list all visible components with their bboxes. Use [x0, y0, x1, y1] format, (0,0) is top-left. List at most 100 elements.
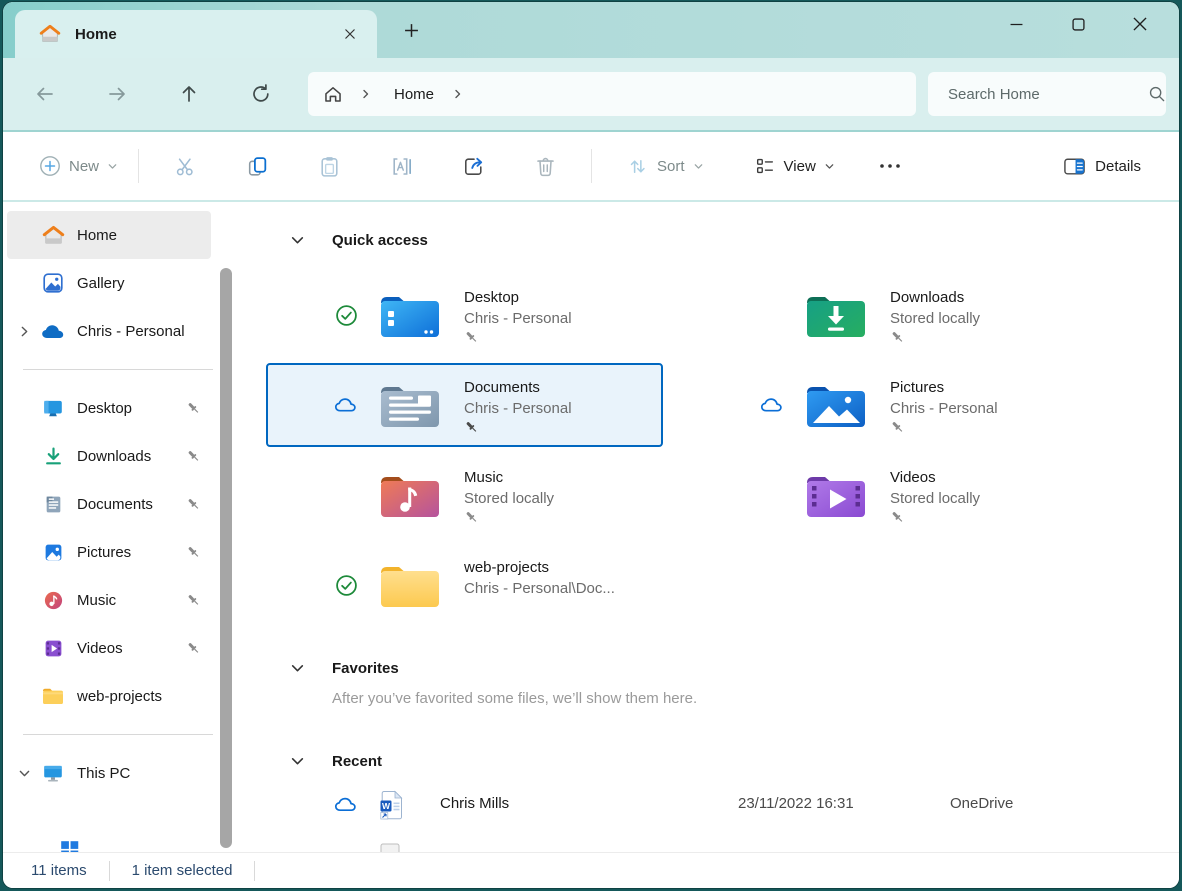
new-button[interactable]: New — [29, 145, 128, 187]
pin-icon — [890, 419, 998, 436]
desktop-icon — [41, 396, 65, 420]
document-icon — [41, 492, 65, 516]
details-button[interactable]: Details — [1052, 145, 1151, 187]
sidebar-item-documents[interactable]: Documents — [7, 480, 211, 528]
chevron-down-icon — [824, 161, 835, 172]
documents-folder-icon — [378, 380, 442, 430]
folder-icon — [41, 684, 65, 708]
cut-button[interactable] — [162, 145, 208, 187]
close-icon — [1133, 17, 1147, 31]
window-controls — [985, 2, 1171, 50]
search-box[interactable] — [928, 72, 1166, 116]
new-tab-button[interactable] — [395, 14, 427, 46]
home-icon — [39, 23, 61, 45]
sidebar-item-pictures[interactable]: Pictures — [7, 528, 211, 576]
tile-desktop[interactable]: Desktop Chris - Personal — [266, 273, 663, 357]
breadcrumb[interactable]: Home — [308, 72, 916, 116]
tile-downloads[interactable]: Downloads Stored locally — [692, 273, 1089, 357]
section-title: Recent — [332, 753, 382, 770]
maximize-button[interactable] — [1047, 2, 1109, 46]
sidebar-item-label: Videos — [77, 640, 186, 657]
section-recent-header: Recent — [266, 745, 1179, 777]
chevron-right-icon[interactable] — [452, 88, 464, 100]
recent-file-row[interactable]: W Chris Mills 23/11/2022 16:31 OneDrive — [266, 787, 1179, 825]
desktop-folder-icon — [378, 290, 442, 340]
chevron-down-icon[interactable] — [284, 748, 310, 774]
sidebar-item-downloads[interactable]: Downloads — [7, 432, 211, 480]
sidebar-item-label: web-projects — [77, 688, 211, 705]
this-pc-icon — [41, 761, 65, 785]
sidebar-item-gallery[interactable]: Gallery — [7, 259, 211, 307]
sidebar-item-web-projects[interactable]: web-projects — [7, 672, 211, 720]
scissors-icon — [173, 154, 198, 179]
status-divider — [254, 861, 255, 881]
chevron-down-icon[interactable] — [284, 227, 310, 253]
pictures-icon — [41, 540, 65, 564]
sidebar-item-desktop[interactable]: Desktop — [7, 384, 211, 432]
toolbar-divider — [591, 149, 592, 183]
close-button[interactable] — [1109, 2, 1171, 46]
tile-web-projects[interactable]: web-projects Chris - Personal\Doc... — [266, 543, 663, 627]
tab-home[interactable]: Home — [15, 10, 377, 58]
pin-icon — [186, 448, 201, 464]
home-outline-icon[interactable] — [322, 83, 344, 105]
plus-circle-icon — [39, 155, 61, 177]
back-button[interactable] — [23, 74, 67, 114]
status-bar: 11 items 1 item selected — [3, 852, 1179, 888]
navigation-bar: Home — [3, 58, 1179, 132]
recent-file-date: 23/11/2022 16:31 — [738, 795, 854, 812]
cloud-status-icon — [334, 796, 358, 813]
sidebar-scrollbar[interactable] — [220, 268, 232, 848]
pin-icon — [186, 400, 201, 416]
trash-icon — [533, 154, 558, 179]
videos-icon — [41, 636, 65, 660]
sidebar-item-label: Chris - Personal — [77, 323, 211, 340]
music-folder-icon — [378, 470, 442, 520]
view-button-label: View — [784, 158, 816, 175]
sidebar-item-onedrive[interactable]: Chris - Personal — [7, 307, 211, 355]
sort-button[interactable]: Sort — [616, 145, 714, 187]
home-icon — [41, 223, 65, 247]
tile-pictures[interactable]: Pictures Chris - Personal — [692, 363, 1089, 447]
view-button[interactable]: View — [744, 145, 845, 187]
more-options-button[interactable] — [867, 145, 913, 187]
rename-button[interactable] — [378, 145, 424, 187]
share-button[interactable] — [450, 145, 496, 187]
content-pane: Quick access Desktop Chris - Personal — [243, 202, 1179, 852]
pictures-folder-icon — [804, 380, 868, 430]
tile-videos[interactable]: Videos Stored locally — [692, 453, 1089, 537]
tile-documents[interactable]: Documents Chris - Personal — [266, 363, 663, 447]
clipped-recent-row — [378, 843, 402, 852]
delete-button[interactable] — [522, 145, 568, 187]
tile-music[interactable]: Music Stored locally — [266, 453, 663, 537]
rename-icon — [389, 154, 414, 179]
refresh-button[interactable] — [239, 74, 283, 114]
favorites-empty-text: After you’ve favorited some files, we’ll… — [332, 690, 1179, 707]
new-button-label: New — [69, 158, 99, 175]
section-quick-access-header: Quick access — [266, 224, 1179, 256]
breadcrumb-segment-home[interactable]: Home — [394, 86, 434, 103]
sidebar-item-label: Documents — [77, 496, 186, 513]
command-bar: New — [3, 132, 1179, 202]
chevron-down-icon[interactable] — [7, 767, 41, 780]
paste-button[interactable] — [306, 145, 352, 187]
chevron-down-icon[interactable] — [284, 655, 310, 681]
close-icon — [344, 28, 356, 40]
sidebar-item-music[interactable]: Music — [7, 576, 211, 624]
minimize-button[interactable] — [985, 2, 1047, 46]
tile-subtitle: Stored locally — [464, 488, 554, 509]
sidebar-item-home[interactable]: Home — [7, 211, 211, 259]
tab-close-button[interactable] — [335, 19, 365, 49]
tile-subtitle: Chris - Personal — [464, 308, 572, 329]
search-input[interactable] — [948, 86, 1147, 103]
quick-access-grid: Desktop Chris - Personal Downloads — [266, 273, 1179, 627]
tile-name: web-projects — [464, 557, 615, 578]
forward-button[interactable] — [95, 74, 139, 114]
up-button[interactable] — [167, 74, 211, 114]
sidebar-item-this-pc[interactable]: This PC — [7, 749, 211, 797]
sidebar-item-videos[interactable]: Videos — [7, 624, 211, 672]
pin-icon — [890, 509, 980, 526]
chevron-right-icon[interactable] — [7, 325, 41, 338]
toolbar-divider — [138, 149, 139, 183]
copy-button[interactable] — [234, 145, 280, 187]
